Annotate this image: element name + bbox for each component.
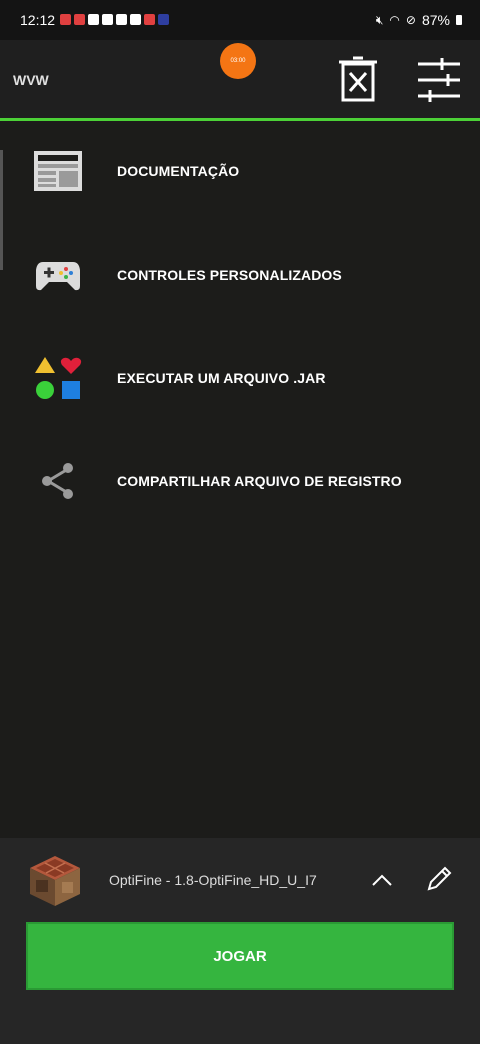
notification-icon [158, 14, 169, 25]
delete-icon [339, 56, 377, 102]
mute-icon: 🔇︎ [375, 12, 384, 27]
notification-icon [88, 14, 99, 25]
menu-label: CONTROLES PERSONALIZADOS [117, 267, 342, 283]
status-bar: 12:12 🔇︎ ◠ ⊘ 87% [0, 0, 480, 40]
chevron-up-icon [372, 874, 392, 886]
share-icon [32, 455, 84, 507]
menu-item-share-log[interactable]: COMPARTILHAR ARQUIVO DE REGISTRO [0, 436, 480, 526]
timer-badge[interactable]: 03:00 [220, 43, 256, 79]
sliders-icon [418, 58, 460, 102]
menu-label: EXECUTAR UM ARQUIVO .JAR [117, 370, 326, 386]
notification-icon [60, 14, 71, 25]
play-button[interactable]: JOGAR [26, 922, 454, 990]
notification-icon [144, 14, 155, 25]
bottom-panel: OptiFine - 1.8-OptiFine_HD_U_I7 JOGAR [0, 838, 480, 1044]
app-name: WVW [13, 72, 49, 88]
crafting-table-icon [28, 854, 82, 908]
battery-icon [456, 15, 462, 25]
wifi-icon: ◠ [389, 13, 400, 27]
version-selector[interactable]: OptiFine - 1.8-OptiFine_HD_U_I7 [0, 838, 480, 922]
pencil-icon [427, 866, 452, 891]
version-name: OptiFine - 1.8-OptiFine_HD_U_I7 [109, 872, 317, 888]
menu-label: DOCUMENTAÇÃO [117, 163, 240, 179]
battery-percent: 87% [421, 12, 450, 28]
edit-profile-button[interactable] [424, 864, 454, 894]
launcher-screen: 12:12 🔇︎ ◠ ⊘ 87% WVW 03:00 DOCUMENTAÇÃO … [0, 0, 480, 1044]
notification-icon [74, 14, 85, 25]
gamepad-icon [32, 249, 84, 301]
shapes-icon [32, 352, 84, 404]
app-header: WVW 03:00 [0, 40, 480, 121]
delete-button[interactable] [337, 56, 379, 104]
menu-label: COMPARTILHAR ARQUIVO DE REGISTRO [117, 473, 402, 489]
settings-button[interactable] [414, 56, 464, 104]
notification-icon [130, 14, 141, 25]
status-right: 🔇︎ ◠ ⊘ 87% [376, 12, 462, 28]
document-icon [32, 145, 84, 197]
menu-item-custom-controls[interactable]: CONTROLES PERSONALIZADOS [0, 230, 480, 320]
status-time: 12:12 [20, 12, 56, 28]
notification-icon [116, 14, 127, 25]
dnd-icon: ⊘ [405, 13, 416, 27]
notification-icon [102, 14, 113, 25]
menu-item-documentation[interactable]: DOCUMENTAÇÃO [0, 126, 480, 216]
expand-versions-button[interactable] [368, 866, 396, 894]
menu-item-run-jar[interactable]: EXECUTAR UM ARQUIVO .JAR [0, 333, 480, 423]
notification-icons [60, 14, 169, 25]
